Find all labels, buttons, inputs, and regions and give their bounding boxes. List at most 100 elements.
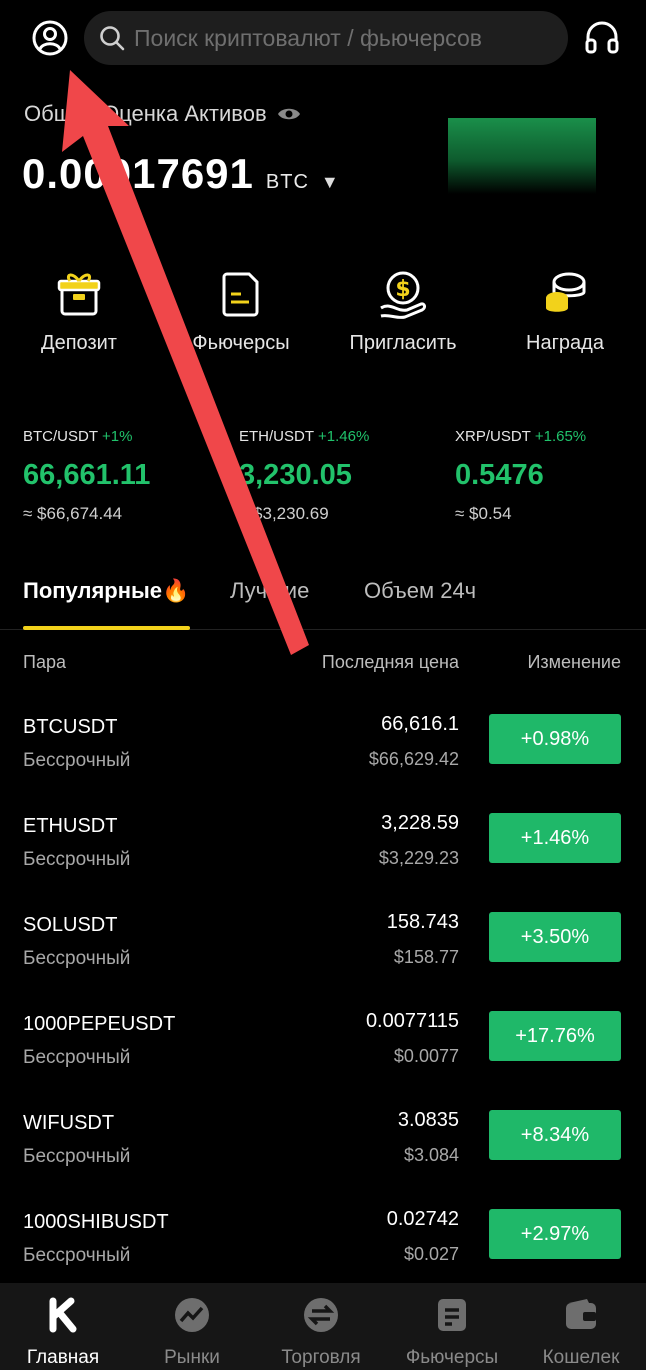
search-placeholder: Поиск криптовалют / фьючерсов — [134, 24, 482, 51]
market-tabs: Популярные🔥 Лучшие Объем 24ч — [0, 568, 646, 630]
support-headset-icon[interactable] — [582, 18, 622, 58]
row-symbol: WIFUSDT — [23, 1112, 115, 1134]
row-symbol: ETHUSDT — [23, 815, 118, 837]
tab-popular[interactable]: Популярные🔥 — [23, 578, 189, 604]
row-type: Бессрочный — [23, 849, 131, 870]
coin-hand-icon: $ — [377, 268, 429, 320]
ticker-pair: XRP/USDT +1.65% — [455, 428, 586, 445]
chart-trend-icon — [174, 1297, 210, 1333]
row-type: Бессрочный — [23, 1245, 131, 1266]
table-row[interactable]: 1000SHIBUSDT Бессрочный 0.02742 $0.027 +… — [0, 1193, 646, 1292]
ticker-xrp[interactable]: XRP/USDT +1.65% 0.5476 ≈ $0.54 — [455, 428, 586, 524]
ticker-pair-name: XRP/USDT — [455, 428, 531, 445]
tab-active-indicator — [23, 626, 190, 630]
total-assets-amount: 0.00017691 — [22, 150, 254, 197]
bottom-nav: Главная Рынки Торговля Фьючерсы Кошелек — [0, 1283, 646, 1370]
nav-futures[interactable]: Фьючерсы — [397, 1297, 507, 1369]
action-deposit-label: Депозит — [41, 332, 117, 354]
table-header: Пара Последняя цена Изменение — [0, 652, 646, 682]
table-row[interactable]: ETHUSDT Бессрочный 3,228.59 $3,229.23 +1… — [0, 797, 646, 896]
ticker-pair: ETH/USDT +1.46% — [239, 428, 369, 445]
row-type: Бессрочный — [23, 1146, 131, 1167]
gift-box-icon — [53, 268, 105, 320]
col-last-price[interactable]: Последняя цена — [322, 652, 459, 673]
row-change-badge[interactable]: +8.34% — [489, 1110, 621, 1160]
ticker-change: +1.46% — [318, 428, 370, 445]
nav-markets-label: Рынки — [164, 1347, 220, 1368]
tab-volume-24h[interactable]: Объем 24ч — [364, 578, 476, 604]
svg-text:$: $ — [395, 277, 410, 302]
exchange-arrows-icon — [303, 1297, 339, 1333]
row-usd: $158.77 — [393, 947, 459, 967]
tab-popular-label: Популярные — [23, 578, 163, 603]
row-symbol: BTCUSDT — [23, 716, 118, 738]
coins-icon — [539, 268, 591, 320]
ticker-price: 66,661.11 — [23, 459, 151, 491]
nav-trade[interactable]: Торговля — [266, 1297, 376, 1369]
row-usd: $0.027 — [403, 1244, 459, 1264]
row-usd: $3.084 — [403, 1145, 459, 1165]
ticker-price: 3,230.05 — [239, 459, 352, 491]
col-pair[interactable]: Пара — [23, 652, 66, 673]
ticker-pair-name: BTC/USDT — [23, 428, 98, 445]
action-futures[interactable]: Фьючерсы — [166, 268, 316, 355]
row-change-badge[interactable]: +2.97% — [489, 1209, 621, 1259]
nav-futures-label: Фьючерсы — [405, 1347, 499, 1368]
action-deposit[interactable]: Депозит — [4, 268, 154, 355]
row-symbol: 1000SHIBUSDT — [23, 1211, 169, 1233]
nav-trade-label: Торговля — [281, 1347, 361, 1368]
nav-wallet-label: Кошелек — [542, 1347, 620, 1368]
row-usd: $66,629.42 — [368, 749, 459, 769]
table-row[interactable]: SOLUSDT Бессрочный 158.743 $158.77 +3.50… — [0, 896, 646, 995]
table-row[interactable]: WIFUSDT Бессрочный 3.0835 $3.084 +8.34% — [0, 1094, 646, 1193]
document-icon — [215, 268, 267, 320]
action-futures-label: Фьючерсы — [192, 332, 290, 354]
caret-down-icon[interactable]: ▼ — [321, 172, 340, 193]
nav-markets[interactable]: Рынки — [137, 1297, 247, 1369]
col-change[interactable]: Изменение — [527, 652, 621, 673]
ticker-price: 0.5476 — [455, 459, 544, 491]
action-reward-label: Награда — [526, 332, 604, 354]
row-price: 158.743 — [386, 911, 459, 933]
wallet-icon — [563, 1297, 599, 1333]
top-bar: Поиск криптовалют / фьючерсов — [0, 0, 646, 80]
quick-actions: Депозит Фьючерсы $ Пригласить Награда — [0, 268, 646, 368]
ticker-eth[interactable]: ETH/USDT +1.46% 3,230.05 ≈ $3,230.69 — [239, 428, 369, 524]
home-logo-icon — [45, 1297, 81, 1333]
ticker-usd: ≈ $66,674.44 — [23, 504, 123, 523]
table-row[interactable]: BTCUSDT Бессрочный 66,616.1 $66,629.42 +… — [0, 698, 646, 797]
ticker-change: +1.65% — [534, 428, 587, 445]
row-price: 0.02742 — [386, 1208, 459, 1230]
total-assets-label-text: Общая Оценка Активов — [24, 101, 267, 126]
row-price: 0.0077115 — [365, 1010, 459, 1032]
row-change-badge[interactable]: +3.50% — [489, 912, 621, 962]
ticker-pair: BTC/USDT +1% — [23, 428, 150, 445]
action-invite-label: Пригласить — [349, 332, 457, 354]
tab-best[interactable]: Лучшие — [230, 578, 309, 604]
market-list: BTCUSDT Бессрочный 66,616.1 $66,629.42 +… — [0, 698, 646, 1292]
table-row[interactable]: 1000PEPEUSDT Бессрочный 0.0077115 $0.007… — [0, 995, 646, 1094]
row-change-badge[interactable]: +17.76% — [489, 1011, 621, 1061]
ticker-change: +1% — [102, 428, 133, 445]
profile-icon[interactable] — [30, 18, 70, 58]
nav-home[interactable]: Главная — [8, 1297, 118, 1369]
row-price: 66,616.1 — [381, 713, 459, 735]
total-assets-value[interactable]: 0.00017691 BTC ▼ — [22, 150, 340, 198]
ticker-strip: BTC/USDT +1% 66,661.11 ≈ $66,674.44 ETH/U… — [0, 428, 646, 538]
nav-home-label: Главная — [26, 1347, 100, 1368]
row-symbol: SOLUSDT — [23, 914, 118, 936]
search-input[interactable]: Поиск криптовалют / фьючерсов — [84, 11, 568, 65]
ticker-btc[interactable]: BTC/USDT +1% 66,661.11 ≈ $66,674.44 — [23, 428, 150, 524]
row-change-badge[interactable]: +0.98% — [489, 714, 621, 764]
action-invite[interactable]: $ Пригласить — [328, 268, 478, 355]
row-type: Бессрочный — [23, 948, 131, 969]
row-change-badge[interactable]: +1.46% — [489, 813, 621, 863]
action-reward[interactable]: Награда — [490, 268, 640, 355]
ticker-pair-name: ETH/USDT — [239, 428, 314, 445]
ticker-usd: ≈ $0.54 — [455, 504, 512, 523]
row-type: Бессрочный — [23, 1047, 131, 1068]
eye-icon[interactable] — [277, 105, 301, 123]
nav-wallet[interactable]: Кошелек — [526, 1297, 636, 1369]
row-price: 3.0835 — [397, 1109, 459, 1131]
search-icon — [100, 26, 125, 51]
